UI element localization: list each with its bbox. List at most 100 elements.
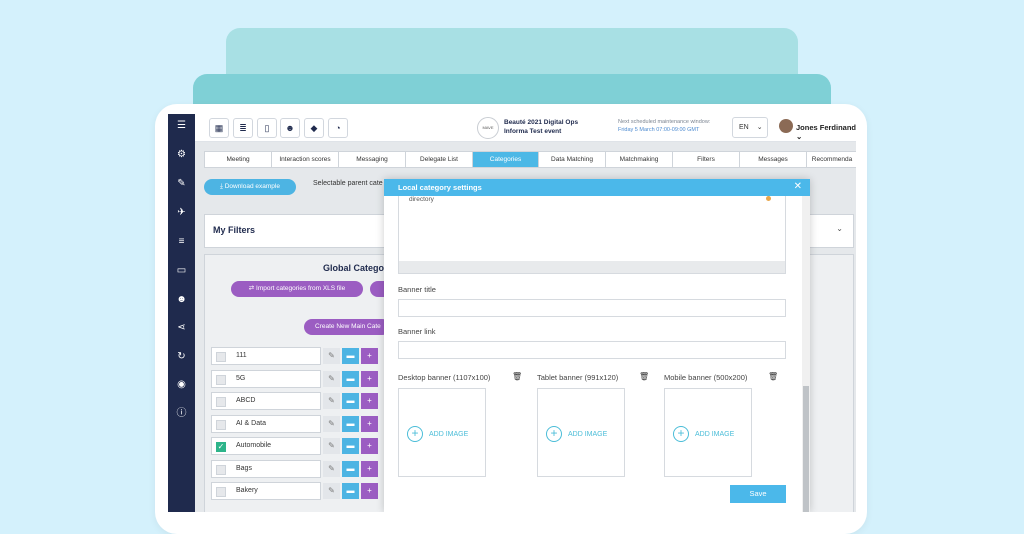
chevron-down-icon: ⌄	[756, 124, 763, 131]
category-checkbox[interactable]	[216, 420, 226, 430]
briefcase-icon[interactable]: ▭	[168, 263, 195, 279]
tab-meeting[interactable]: Meeting	[205, 152, 272, 167]
folder-icon[interactable]: ▬	[342, 371, 359, 387]
edit-icon[interactable]: ✎	[323, 348, 340, 364]
trash-icon[interactable]: 🗑	[512, 372, 522, 381]
folder-icon[interactable]: ▬	[342, 393, 359, 409]
category-checkbox[interactable]	[216, 397, 226, 407]
mobile-banner-upload[interactable]: + ADD IMAGE	[664, 388, 752, 477]
plus-icon[interactable]: +	[361, 416, 378, 432]
add-image-action[interactable]: + ADD IMAGE	[673, 426, 734, 442]
mobile-icon[interactable]: ▯	[257, 118, 277, 138]
edit-icon[interactable]: ✎	[323, 483, 340, 499]
maintenance-notice: Next scheduled maintenance window: Frida…	[618, 118, 710, 134]
banner-title-input[interactable]	[398, 299, 786, 317]
import-icon: ⇄	[248, 285, 255, 292]
tab-messages[interactable]: Messages	[740, 152, 807, 167]
modal-title: Local category settings	[398, 183, 482, 192]
folder-icon[interactable]: ▬	[342, 438, 359, 454]
add-image-label: ADD IMAGE	[568, 430, 608, 438]
event-logo: MAVE	[477, 117, 499, 139]
edit-icon[interactable]: ✎	[168, 176, 195, 192]
language-value: EN	[739, 124, 749, 131]
tab-interaction-scores[interactable]: Interaction scores	[272, 152, 339, 167]
sliders-icon[interactable]: ≡	[168, 234, 195, 250]
add-image-action[interactable]: + ADD IMAGE	[546, 426, 607, 442]
edit-icon[interactable]: ✎	[323, 461, 340, 477]
plus-icon[interactable]: +	[361, 348, 378, 364]
desktop-banner-upload[interactable]: + ADD IMAGE	[398, 388, 486, 477]
mobile-banner-label: Mobile banner (500x200)	[664, 373, 748, 382]
folder-icon[interactable]: ▬	[342, 416, 359, 432]
category-checkbox[interactable]: ✓	[216, 442, 226, 452]
trash-icon[interactable]: 🗑	[639, 372, 649, 381]
tag-icon[interactable]: ◆	[304, 118, 324, 138]
category-label: Bags	[236, 465, 252, 472]
edit-icon[interactable]: ✎	[323, 416, 340, 432]
tablet-banner-upload[interactable]: + ADD IMAGE	[537, 388, 625, 477]
info-icon[interactable]: ⓘ	[168, 406, 195, 422]
database-icon[interactable]: ≣	[233, 118, 253, 138]
folder-icon[interactable]: ▬	[342, 483, 359, 499]
my-filters-title: My Filters	[213, 225, 256, 235]
download-icon: ⤓	[220, 183, 223, 190]
gauge-icon[interactable]: ◔	[328, 118, 348, 138]
category-checkbox[interactable]	[216, 465, 226, 475]
category-row: Bags ✎ ▬ +	[211, 460, 383, 478]
create-main-category-button[interactable]: Create New Main Cate	[304, 319, 390, 335]
description-textarea[interactable]: directory	[398, 196, 786, 274]
refresh-icon[interactable]: ↻	[168, 349, 195, 365]
plus-icon[interactable]: +	[361, 393, 378, 409]
users-icon[interactable]: ☻	[168, 292, 195, 308]
chevron-down-icon[interactable]: ⌄	[836, 224, 843, 233]
category-cell: 5G	[211, 370, 321, 388]
category-cell: ABCD	[211, 392, 321, 410]
folder-icon[interactable]: ▬	[342, 461, 359, 477]
import-categories-button[interactable]: ⇄ Import categories from XLS file	[231, 281, 363, 297]
settings-icon[interactable]: ⚙	[168, 147, 195, 163]
modal-header: Local category settings ✕	[384, 179, 810, 196]
trash-icon[interactable]: 🗑	[768, 372, 778, 381]
category-row: ✓ Automobile ✎ ▬ +	[211, 437, 383, 455]
modal-scrollbar[interactable]	[802, 196, 810, 512]
category-checkbox[interactable]	[216, 352, 226, 362]
edit-icon[interactable]: ✎	[323, 438, 340, 454]
edit-icon[interactable]: ✎	[323, 393, 340, 409]
avatar[interactable]	[779, 119, 793, 133]
tab-data-matching[interactable]: Data Matching	[539, 152, 606, 167]
eye-icon[interactable]: ◉	[168, 377, 195, 393]
tab-recommendations[interactable]: Recommenda	[807, 152, 856, 167]
edit-icon[interactable]: ✎	[323, 371, 340, 387]
plus-icon[interactable]: +	[361, 461, 378, 477]
category-checkbox[interactable]	[216, 375, 226, 385]
calendar-icon[interactable]: ▦	[209, 118, 229, 138]
save-button[interactable]: Save	[730, 485, 786, 503]
user-menu[interactable]: Jones Ferdinand ⌄	[796, 123, 856, 141]
category-checkbox[interactable]	[216, 487, 226, 497]
folder-icon[interactable]: ▬	[342, 348, 359, 364]
plus-icon[interactable]: +	[361, 438, 378, 454]
tab-filters[interactable]: Filters	[673, 152, 740, 167]
category-cell: Bakery	[211, 482, 321, 500]
add-image-action[interactable]: + ADD IMAGE	[407, 426, 468, 442]
category-row: ABCD ✎ ▬ +	[211, 392, 383, 410]
status-dot-icon	[766, 196, 771, 201]
tab-messaging[interactable]: Messaging	[339, 152, 406, 167]
share-icon[interactable]: ⋖	[168, 320, 195, 336]
plane-icon[interactable]: ✈	[168, 205, 195, 221]
people-icon[interactable]: ☻	[280, 118, 300, 138]
banner-link-input[interactable]	[398, 341, 786, 359]
tab-delegate-list[interactable]: Delegate List	[406, 152, 473, 167]
download-example-button[interactable]: ⤓ Download example	[204, 179, 296, 195]
menu-icon[interactable]: ☰	[168, 118, 195, 134]
language-select[interactable]: EN ⌄	[732, 117, 768, 138]
category-label: Bakery	[236, 487, 258, 494]
banner-link-label: Banner link	[398, 327, 436, 336]
scroll-thumb[interactable]	[803, 386, 809, 512]
tab-matchmaking[interactable]: Matchmaking	[606, 152, 673, 167]
tab-categories[interactable]: Categories	[473, 152, 539, 167]
close-icon[interactable]: ✕	[794, 181, 802, 192]
event-subtitle: Informa Test event	[504, 128, 562, 135]
plus-icon[interactable]: +	[361, 483, 378, 499]
plus-icon[interactable]: +	[361, 371, 378, 387]
